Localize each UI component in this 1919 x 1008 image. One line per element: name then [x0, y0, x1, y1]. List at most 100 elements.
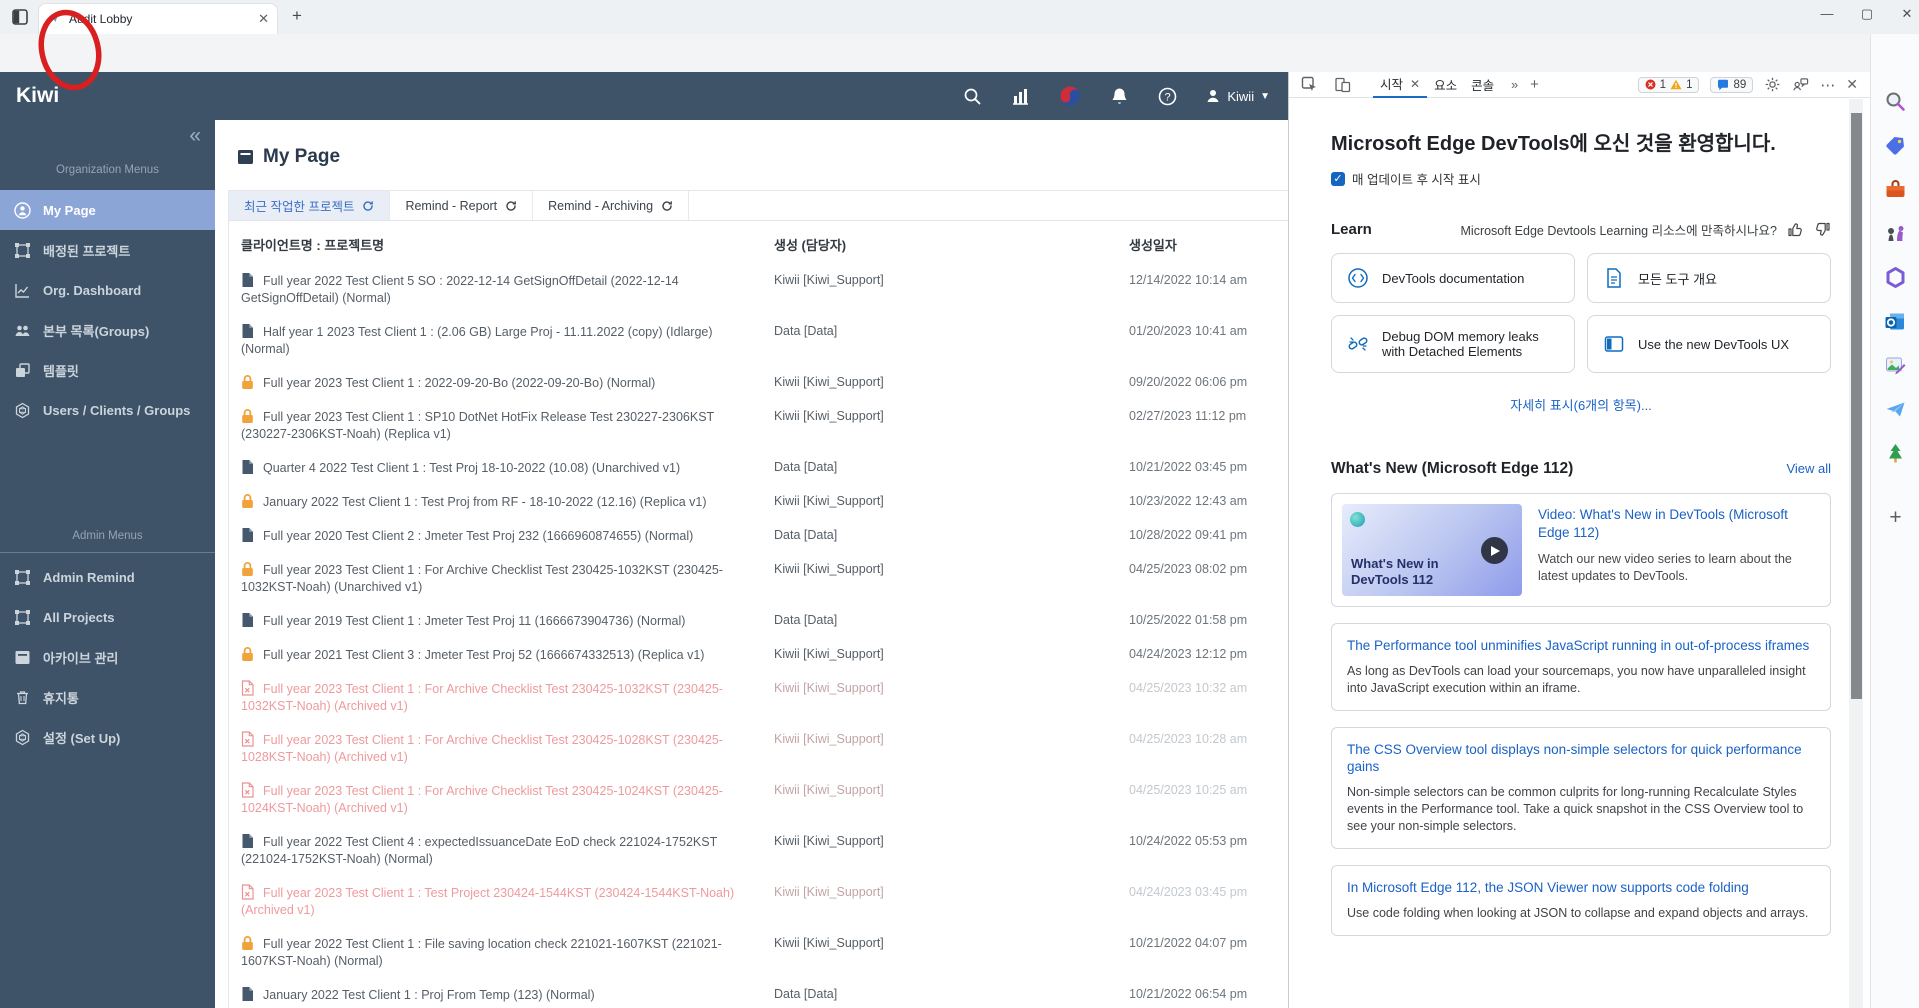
table-row[interactable]: Full year 2023 Test Client 1 : For Archi…: [229, 774, 1295, 825]
add-tool-icon[interactable]: +: [1530, 76, 1539, 93]
show-more-link[interactable]: 자세히 표시(6개의 항목)...: [1331, 395, 1831, 414]
shopping-icon[interactable]: [1884, 134, 1907, 157]
window-minimize-button[interactable]: —: [1812, 6, 1842, 21]
help-icon[interactable]: ?: [1157, 86, 1178, 107]
thumbs-down-icon[interactable]: [1814, 221, 1831, 238]
tab-remind-archiving[interactable]: Remind - Archiving: [533, 191, 689, 220]
more-tools-icon[interactable]: »: [1511, 78, 1518, 92]
tree-icon[interactable]: [1884, 442, 1907, 465]
whats-new-link[interactable]: The CSS Overview tool displays non-simpl…: [1347, 741, 1815, 775]
korea-flag-icon[interactable]: [1058, 84, 1082, 108]
designer-icon[interactable]: [1884, 354, 1907, 377]
devtools-scrollbar[interactable]: [1849, 99, 1863, 1008]
thumbs-up-icon[interactable]: [1787, 221, 1804, 238]
whats-new-link[interactable]: In Microsoft Edge 112, the JSON Viewer n…: [1347, 879, 1815, 896]
table-row[interactable]: Full year 2021 Test Client 3 : Jmeter Te…: [229, 638, 1295, 672]
table-row[interactable]: Full year 2022 Test Client 4 : expectedI…: [229, 825, 1295, 876]
refresh-tab-icon[interactable]: [362, 200, 374, 212]
sidebar-item--[interactable]: 배정된 프로젝트: [0, 230, 215, 270]
project-name: Full year 2020 Test Client 2 : Jmeter Te…: [241, 527, 774, 545]
microsoft-365-icon[interactable]: [1884, 266, 1907, 289]
show-on-update-checkbox[interactable]: ✓: [1331, 172, 1345, 186]
table-row[interactable]: Full year 2019 Test Client 1 : Jmeter Te…: [229, 604, 1295, 638]
notifications-bell-icon[interactable]: [1109, 86, 1130, 107]
sidebar-item-label: 휴지통: [43, 688, 79, 707]
sidebar-item--[interactable]: 템플릿: [0, 350, 215, 390]
tools-icon[interactable]: [1884, 178, 1907, 201]
show-on-update-row: ✓ 매 업데이트 후 시작 표시: [1331, 169, 1831, 188]
sidebar-item-my-page[interactable]: My Page: [0, 190, 215, 230]
search-icon[interactable]: [962, 86, 983, 107]
sidebar-item-all-projects[interactable]: All Projects: [0, 597, 215, 637]
tab-remind-report[interactable]: Remind - Report: [390, 191, 533, 220]
project-creator: Kiwii [Kiwi_Support]: [774, 833, 1129, 868]
tab--[interactable]: 최근 작업한 프로젝트: [229, 191, 390, 220]
sidebar-add-icon[interactable]: +: [1884, 506, 1907, 530]
devtools-tab-콘솔[interactable]: 콘솔: [1464, 72, 1501, 98]
table-row[interactable]: Half year 1 2023 Test Client 1 : (2.06 G…: [229, 315, 1295, 366]
table-row[interactable]: Full year 2020 Test Client 2 : Jmeter Te…: [229, 519, 1295, 553]
table-row[interactable]: Quarter 4 2022 Test Client 1 : Test Proj…: [229, 451, 1295, 485]
devtools-more-icon[interactable]: ⋯: [1820, 76, 1835, 94]
device-emulation-icon[interactable]: [1334, 76, 1351, 93]
file-x-icon: [241, 731, 254, 747]
sidebar-org-label: Organization Menus: [0, 164, 215, 176]
whats-new-link[interactable]: The Performance tool unminifies JavaScri…: [1347, 637, 1815, 654]
app-main: My Page 최근 작업한 프로젝트 Remind - Report Remi…: [215, 120, 1288, 1008]
video-description: Watch our new video series to learn abou…: [1538, 551, 1820, 585]
view-all-link[interactable]: View all: [1786, 461, 1831, 476]
sidebar-item--groups-[interactable]: 본부 목록(Groups): [0, 310, 215, 350]
sidebar-item-admin-remind[interactable]: Admin Remind: [0, 557, 215, 597]
table-row[interactable]: Full year 2022 Test Client 5 SO : 2022-1…: [229, 264, 1295, 315]
table-row[interactable]: Full year 2023 Test Client 1 : SP10 DotN…: [229, 400, 1295, 451]
play-button-icon[interactable]: [1481, 537, 1508, 564]
project-name: Full year 2022 Test Client 1 : File savi…: [241, 935, 774, 970]
scrollbar-thumb[interactable]: [1851, 113, 1862, 699]
learn-card[interactable]: 모든 도구 개요: [1587, 253, 1831, 303]
table-row[interactable]: Full year 2023 Test Client 1 : For Archi…: [229, 723, 1295, 774]
devtools-close-icon[interactable]: ✕: [1846, 76, 1858, 93]
window-close-button[interactable]: ✕: [1892, 6, 1919, 22]
file-icon: [241, 986, 254, 1002]
window-maximize-button[interactable]: ▢: [1852, 6, 1882, 22]
learn-card[interactable]: Debug DOM memory leaks with Detached Ele…: [1331, 315, 1575, 373]
search-icon[interactable]: [1884, 90, 1907, 113]
devtools-tab-시작[interactable]: 시작✕: [1373, 72, 1427, 98]
learn-card[interactable]: Use the new DevTools UX: [1587, 315, 1831, 373]
table-row[interactable]: Full year 2023 Test Client 1 : For Archi…: [229, 672, 1295, 723]
analytics-icon[interactable]: [1010, 86, 1031, 107]
refresh-tab-icon[interactable]: [505, 200, 517, 212]
sidebar-item--[interactable]: 휴지통: [0, 677, 215, 717]
table-row[interactable]: Full year 2023 Test Client 1 : 2022-09-2…: [229, 366, 1295, 400]
table-row[interactable]: Full year 2022 Test Client 1 : File savi…: [229, 927, 1295, 978]
tab-actions-icon[interactable]: [10, 7, 30, 27]
devtools-tab-요소[interactable]: 요소: [1427, 72, 1464, 98]
video-link[interactable]: Video: What's New in DevTools (Microsoft…: [1538, 506, 1820, 542]
new-tab-button[interactable]: +: [292, 6, 302, 26]
outlook-icon[interactable]: [1884, 310, 1907, 333]
table-row[interactable]: January 2022 Test Client 1 : Proj From T…: [229, 978, 1295, 1008]
browser-tab[interactable]: Audit Lobby ✕: [38, 3, 278, 34]
learn-card[interactable]: DevTools documentation: [1331, 253, 1575, 303]
feedback-icon[interactable]: [1792, 76, 1809, 93]
app-brand[interactable]: Kiwi: [16, 84, 59, 108]
table-row[interactable]: Full year 2023 Test Client 1 : For Archi…: [229, 553, 1295, 604]
errors-warnings-badge[interactable]: 1 1: [1638, 77, 1700, 93]
issues-badge[interactable]: 89: [1710, 77, 1753, 93]
sidebar-collapse-icon[interactable]: «: [189, 124, 201, 148]
inspect-element-icon[interactable]: [1301, 76, 1318, 93]
drop-icon[interactable]: [1884, 398, 1907, 421]
sidebar-item-org-dashboard[interactable]: Org. Dashboard: [0, 270, 215, 310]
devtools-settings-gear-icon[interactable]: [1764, 76, 1781, 93]
close-tab-icon[interactable]: ✕: [1410, 77, 1420, 91]
sidebar-item--set-up-[interactable]: 설정 (Set Up): [0, 717, 215, 757]
refresh-tab-icon[interactable]: [661, 200, 673, 212]
games-icon[interactable]: [1884, 222, 1907, 245]
video-thumbnail[interactable]: What's New in DevTools 112: [1342, 504, 1522, 596]
sidebar-item--[interactable]: 아카이브 관리: [0, 637, 215, 677]
tab-close-icon[interactable]: ✕: [258, 11, 269, 27]
table-row[interactable]: Full year 2023 Test Client 1 : Test Proj…: [229, 876, 1295, 927]
user-menu[interactable]: Kiwii ▼: [1205, 88, 1270, 104]
table-row[interactable]: January 2022 Test Client 1 : Test Proj f…: [229, 485, 1295, 519]
sidebar-item-users-clients-groups[interactable]: Users / Clients / Groups: [0, 390, 215, 430]
